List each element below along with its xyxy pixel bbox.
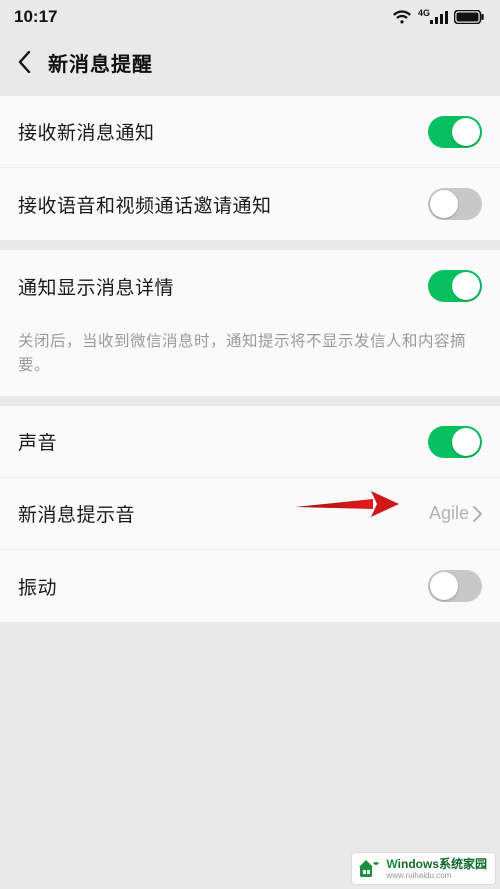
watermark-text: indows系统家园 [398, 857, 487, 871]
row-message-tone[interactable]: 新消息提示音 Agile [0, 478, 500, 550]
row-show-detail[interactable]: 通知显示消息详情 [0, 250, 500, 322]
watermark-url: www.ruihaidu.com [386, 872, 487, 880]
chevron-right-icon [473, 506, 482, 522]
row-label: 新消息提示音 [18, 500, 135, 527]
group-sound: 声音 新消息提示音 Agile 振动 [0, 406, 500, 622]
row-sound[interactable]: 声音 [0, 406, 500, 478]
signal-icon [430, 10, 448, 24]
group-notifications: 接收新消息通知 接收语音和视频通话邀请通知 [0, 96, 500, 240]
header: 新消息提醒 [0, 34, 500, 90]
toggle-show-detail[interactable] [428, 270, 482, 302]
detail-description: 关闭后，当收到微信消息时，通知提示将不显示发信人和内容摘要。 [0, 322, 500, 396]
status-bar: 10:17 4G [0, 0, 500, 34]
wifi-icon [392, 9, 412, 25]
page-title: 新消息提醒 [48, 48, 153, 77]
watermark-logo-icon [358, 859, 380, 879]
back-button[interactable] [10, 48, 38, 76]
status-time: 10:17 [14, 7, 57, 27]
network-label: 4G [418, 9, 430, 18]
row-receive-call-notify[interactable]: 接收语音和视频通话邀请通知 [0, 168, 500, 240]
toggle-receive-message[interactable] [428, 116, 482, 148]
toggle-sound[interactable] [428, 426, 482, 458]
row-receive-message-notify[interactable]: 接收新消息通知 [0, 96, 500, 168]
status-icons: 4G [392, 9, 484, 25]
row-label: 接收语音和视频通话邀请通知 [18, 191, 272, 218]
row-label: 通知显示消息详情 [18, 273, 174, 300]
row-vibrate[interactable]: 振动 [0, 550, 500, 622]
toggle-receive-call[interactable] [428, 188, 482, 220]
row-label: 接收新消息通知 [18, 118, 155, 145]
watermark: Windows系统家园 www.ruihaidu.com [351, 852, 496, 885]
row-value-wrap: Agile [429, 503, 482, 524]
group-detail: 通知显示消息详情 关闭后，当收到微信消息时，通知提示将不显示发信人和内容摘要。 [0, 250, 500, 396]
row-value: Agile [429, 503, 469, 524]
row-label: 声音 [18, 428, 57, 455]
row-label: 振动 [18, 573, 57, 600]
toggle-vibrate[interactable] [428, 570, 482, 602]
chevron-left-icon [18, 51, 31, 73]
battery-icon [454, 10, 484, 24]
